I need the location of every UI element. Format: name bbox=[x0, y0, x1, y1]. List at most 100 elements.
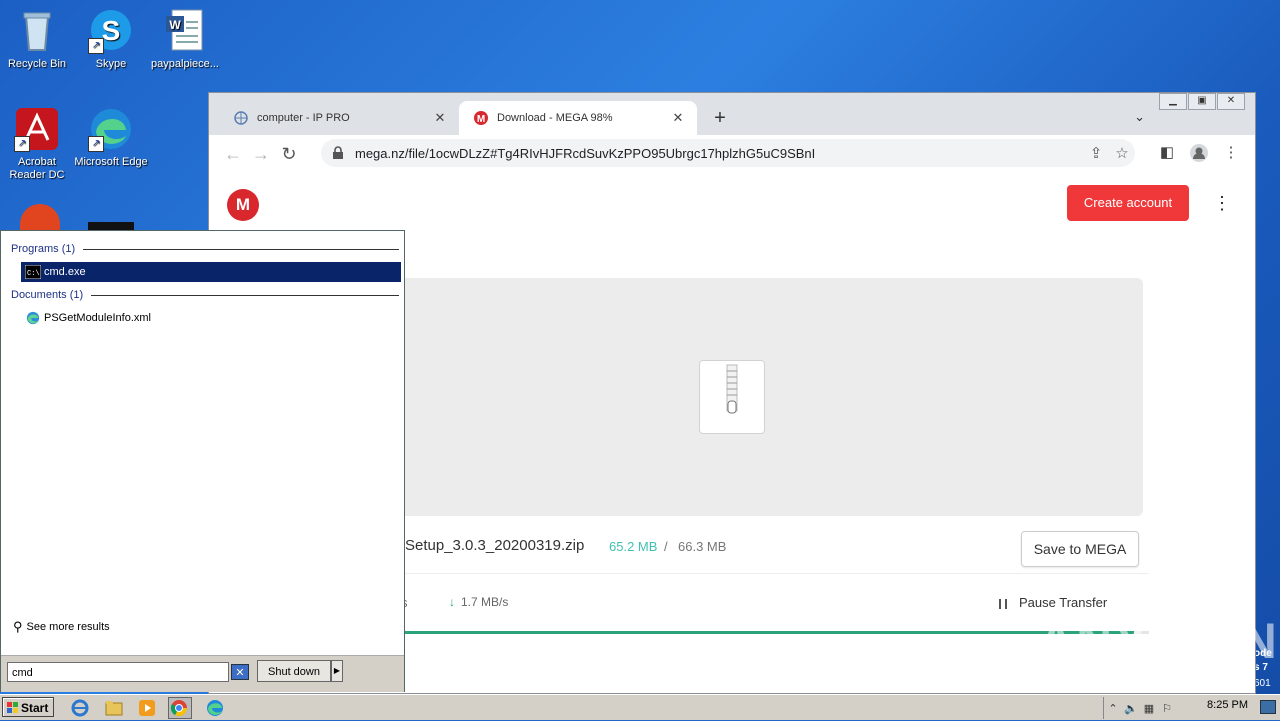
start-label: Start bbox=[21, 701, 49, 715]
tab-strip: computer - IP PRO ✕ M Download - MEGA 98… bbox=[209, 101, 1255, 135]
tab-title: Download - MEGA 98% bbox=[497, 112, 613, 124]
pause-icon bbox=[999, 598, 1007, 609]
search-magnifier-icon: ⚲ bbox=[13, 619, 23, 634]
share-icon[interactable]: ⇪ bbox=[1083, 144, 1109, 162]
chrome-taskbar-button[interactable] bbox=[168, 697, 192, 719]
system-tray: ⌃ 🔈 ▦ ⚐ bbox=[1103, 697, 1280, 719]
lock-icon bbox=[333, 146, 343, 159]
desktop-icon-label: paypalpiece... bbox=[151, 58, 219, 70]
acrobat-icon: ↗ bbox=[14, 106, 60, 152]
see-more-results-link[interactable]: ⚲ See more results bbox=[13, 619, 110, 635]
show-desktop-icon[interactable] bbox=[1260, 700, 1276, 714]
toolbar-right: ◧ ⋮ bbox=[1151, 143, 1247, 167]
svg-text:C:\: C:\ bbox=[27, 270, 40, 278]
forward-button[interactable]: → bbox=[247, 144, 275, 165]
start-search-input[interactable]: cmd bbox=[7, 662, 229, 682]
downloaded-size: 65.2 MB bbox=[609, 539, 658, 554]
shortcut-arrow-icon: ↗ bbox=[14, 136, 30, 152]
start-menu-bottom: cmd ✕ Shut down ▶ bbox=[1, 655, 404, 692]
file-name: Setup_3.0.3_20200319.zip bbox=[405, 537, 585, 554]
transfer-speed: ↓ 1.7 MB/s bbox=[449, 595, 508, 609]
show-hidden-icons-icon[interactable]: ⌃ bbox=[1104, 702, 1122, 715]
shut-down-options-arrow-icon[interactable]: ▶ bbox=[331, 660, 343, 682]
chrome-icon bbox=[170, 700, 188, 717]
desktop-icon-label: Recycle Bin bbox=[7, 58, 67, 70]
search-result-document[interactable]: PSGetModuleInfo.xml bbox=[21, 308, 401, 328]
pause-transfer-button[interactable]: Pause Transfer bbox=[999, 595, 1107, 610]
desktop-icon-document[interactable]: W paypalpiece... bbox=[148, 8, 222, 71]
section-title: Programs (1) bbox=[11, 243, 76, 255]
svg-text:M: M bbox=[477, 114, 485, 125]
progress-fill bbox=[389, 631, 1134, 634]
profile-avatar-icon[interactable] bbox=[1183, 143, 1215, 167]
internet-explorer-icon[interactable] bbox=[70, 698, 90, 718]
reload-button[interactable]: ↻ bbox=[275, 144, 303, 165]
edge-taskbar-icon[interactable] bbox=[205, 698, 225, 718]
see-more-label: See more results bbox=[26, 621, 110, 633]
tab-ip-pro[interactable]: computer - IP PRO ✕ bbox=[219, 101, 459, 135]
create-account-button[interactable]: Create account bbox=[1067, 185, 1189, 221]
media-player-icon[interactable] bbox=[137, 698, 157, 718]
anyrun-watermark: ANY RUN bbox=[1038, 613, 1279, 669]
volume-icon[interactable]: 🔈 bbox=[1122, 702, 1140, 715]
address-bar[interactable]: mega.nz/file/1ocwDLzZ#Tg4RIvHJFRcdSuvKzP… bbox=[321, 139, 1135, 167]
skype-icon: S ↗ bbox=[88, 8, 134, 54]
new-tab-button[interactable]: + bbox=[709, 107, 731, 130]
size-separator: / bbox=[664, 539, 668, 554]
shortcut-arrow-icon: ↗ bbox=[88, 38, 104, 54]
tab-mega-download[interactable]: M Download - MEGA 98% ✕ bbox=[459, 101, 697, 135]
side-panel-icon[interactable]: ◧ bbox=[1151, 143, 1183, 167]
start-button[interactable]: Start bbox=[2, 697, 54, 717]
speed-value: 1.7 MB/s bbox=[461, 595, 509, 609]
result-label: cmd.exe bbox=[44, 266, 86, 278]
programs-section-header: Programs (1) bbox=[11, 243, 399, 255]
desktop-edge-text: 601 bbox=[1254, 678, 1271, 689]
desktop-icon-acrobat[interactable]: ↗ Acrobat Reader DC bbox=[0, 106, 74, 182]
search-result-cmd[interactable]: C:\ cmd.exe bbox=[21, 262, 401, 282]
shortcut-arrow-icon: ↗ bbox=[88, 136, 104, 152]
taskbar: Start ⌃ 🔈 ▦ ⚐ 8:25 PM bbox=[0, 694, 1280, 720]
back-button[interactable]: ← bbox=[219, 144, 247, 165]
tab-title: computer - IP PRO bbox=[257, 112, 350, 124]
word-document-icon: W bbox=[162, 8, 208, 54]
tab-search-chevron-icon[interactable]: ⌄ bbox=[1134, 109, 1145, 125]
desktop-icon-skype[interactable]: S ↗ Skype bbox=[74, 8, 148, 71]
shut-down-button[interactable]: Shut down bbox=[257, 660, 331, 682]
page-menu-icon[interactable]: ⋮ bbox=[1213, 193, 1231, 214]
documents-section-header: Documents (1) bbox=[11, 289, 399, 301]
zip-file-icon bbox=[699, 360, 765, 434]
tab-close-button[interactable]: ✕ bbox=[433, 110, 447, 126]
edge-document-icon bbox=[26, 311, 40, 325]
desktop-icon-label: Microsoft Edge bbox=[74, 156, 148, 168]
browser-menu-icon[interactable]: ⋮ bbox=[1215, 143, 1247, 167]
section-title: Documents (1) bbox=[11, 289, 84, 301]
clear-search-icon[interactable]: ✕ bbox=[231, 664, 249, 680]
network-icon[interactable]: ▦ bbox=[1140, 702, 1158, 715]
clock: 8:25 PM bbox=[1207, 699, 1248, 711]
partial-desktop-icon bbox=[20, 204, 60, 230]
recycle-bin-icon bbox=[14, 8, 60, 54]
pause-label: Pause Transfer bbox=[1019, 595, 1108, 610]
tab-close-button[interactable]: ✕ bbox=[671, 110, 685, 126]
file-explorer-icon[interactable] bbox=[104, 698, 124, 718]
result-label: PSGetModuleInfo.xml bbox=[44, 312, 151, 324]
mega-favicon-icon: M bbox=[474, 111, 488, 125]
action-center-flag-icon[interactable]: ⚐ bbox=[1158, 702, 1176, 715]
desktop-icon-recycle-bin[interactable]: Recycle Bin bbox=[0, 8, 74, 71]
file-preview bbox=[389, 278, 1143, 516]
edge-icon: ↗ bbox=[88, 106, 134, 152]
save-to-mega-button[interactable]: Save to MEGA bbox=[1021, 531, 1139, 567]
file-info-row: Setup_3.0.3_20200319.zip 65.2 MB / 66.3 … bbox=[359, 523, 1149, 574]
url-text: mega.nz/file/1ocwDLzZ#Tg4RIvHJFRcdSuvKzP… bbox=[355, 145, 816, 161]
svg-text:S: S bbox=[102, 15, 121, 46]
download-arrow-icon: ↓ bbox=[449, 595, 455, 609]
desktop-icon-label: Acrobat Reader DC bbox=[9, 156, 65, 181]
total-size: 66.3 MB bbox=[678, 539, 727, 554]
desktop-icon-edge[interactable]: ↗ Microsoft Edge bbox=[74, 106, 148, 169]
browser-toolbar: ← → ↻ mega.nz/file/1ocwDLzZ#Tg4RIvHJFRcd… bbox=[209, 135, 1255, 173]
download-progress-bar bbox=[389, 631, 1149, 634]
bookmark-star-icon[interactable]: ☆ bbox=[1109, 144, 1135, 162]
svg-text:W: W bbox=[169, 18, 181, 32]
mega-logo[interactable]: M bbox=[227, 189, 259, 221]
partial-desktop-icon bbox=[88, 222, 134, 230]
